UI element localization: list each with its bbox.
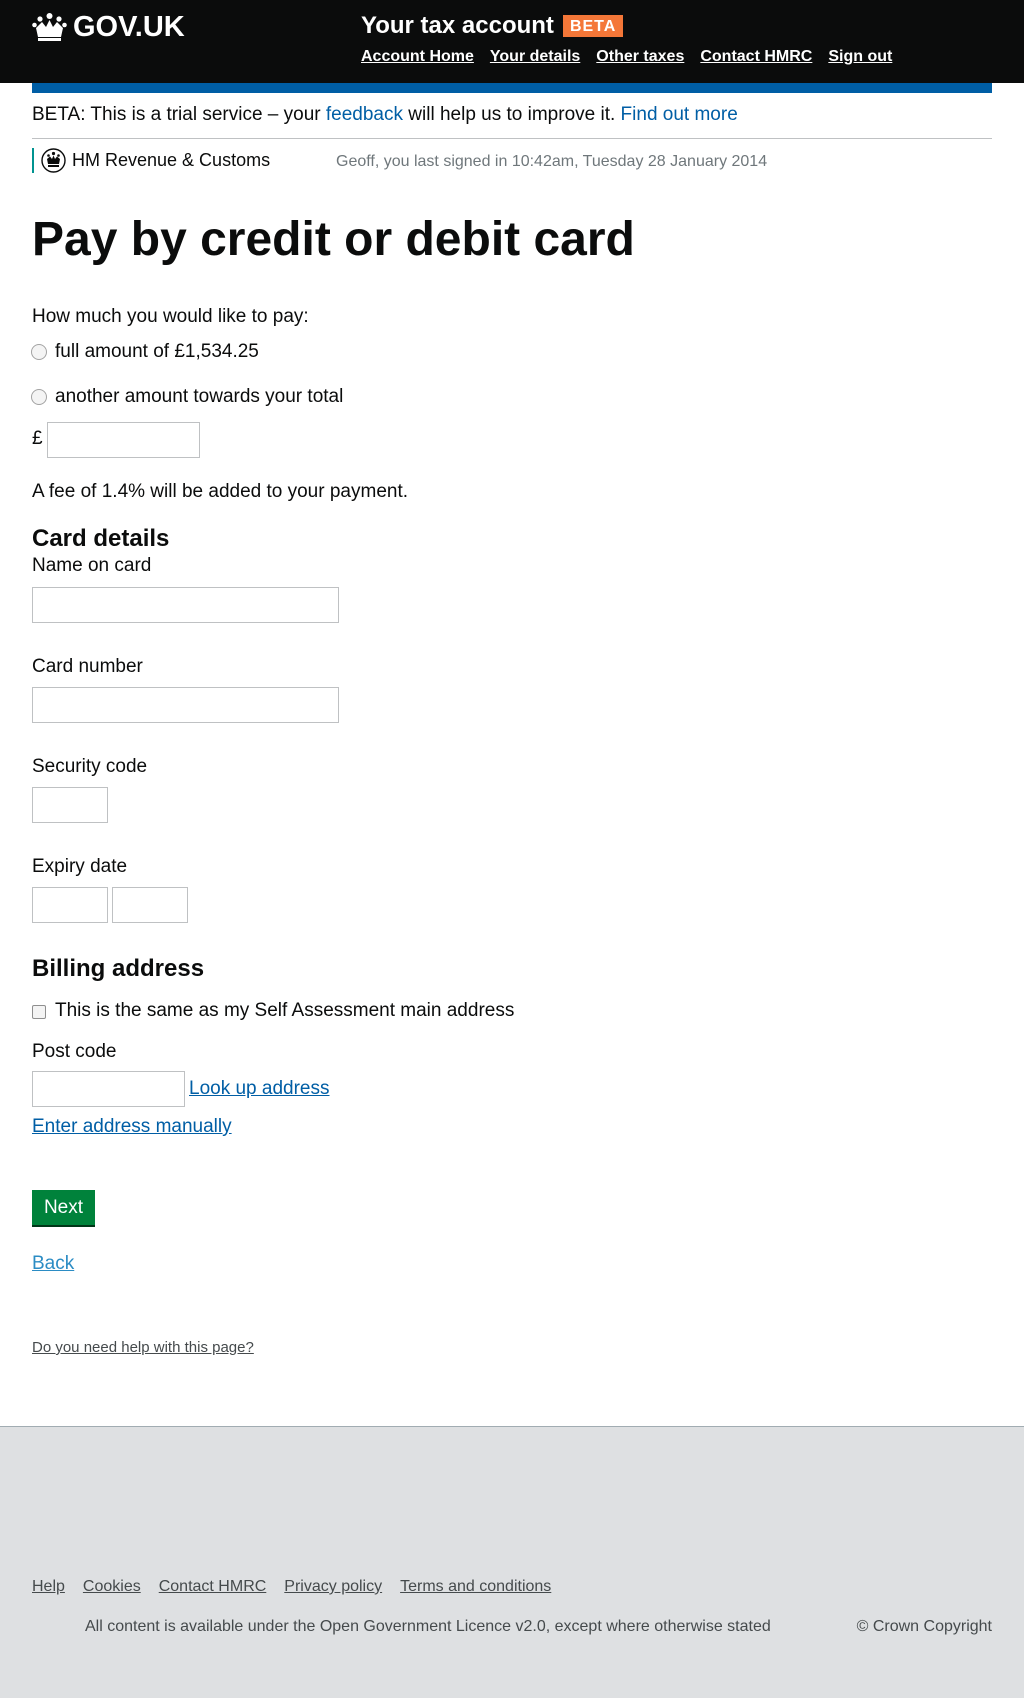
beta-banner: BETA: This is a trial service – your fee… [32,103,992,127]
look-up-address-link[interactable]: Look up address [189,1077,330,1101]
govuk-logo[interactable]: GOV.UK [32,10,185,44]
full-amount-label[interactable]: full amount of £1,534.25 [55,340,259,364]
page-title: Pay by credit or debit card [32,213,635,266]
footer-links: Help Cookies Contact HMRC Privacy policy… [32,1578,569,1596]
next-button[interactable]: Next [32,1190,95,1225]
card-number-input[interactable] [32,687,339,723]
find-out-more-link[interactable]: Find out more [621,104,738,125]
currency-symbol: £ [32,428,43,449]
global-header: GOV.UK Your tax account BETA Account Hom… [0,0,1024,83]
banner-divider [32,138,992,139]
help-with-page-link[interactable]: Do you need help with this page? [32,1339,254,1356]
footer-link-terms[interactable]: Terms and conditions [400,1578,551,1596]
organisation-logo: HM Revenue & Customs [32,148,270,173]
feedback-link[interactable]: feedback [326,104,403,125]
amount-question: How much you would like to pay: [32,306,309,327]
organisation-name: HM Revenue & Customs [72,150,271,170]
service-name[interactable]: Your tax account [361,12,554,40]
licence-prefix: All content is available under the [85,1618,316,1635]
footer-link-help[interactable]: Help [32,1578,65,1596]
expiry-year-input[interactable] [112,887,188,923]
crown-copyright: © Crown Copyright [856,1618,992,1635]
last-signed-in: Geoff, you last signed in 10:42am, Tuesd… [336,153,768,170]
beta-banner-middle: will help us to improve it. [408,104,616,125]
card-number-label: Card number [32,656,143,677]
footer-link-contact-hmrc[interactable]: Contact HMRC [159,1578,267,1596]
card-details-heading: Card details [32,525,170,552]
back-link[interactable]: Back [32,1253,74,1275]
licence-statement: All content is available under the Open … [85,1618,771,1636]
open-government-licence-link[interactable]: Open Government Licence v2.0 [320,1618,546,1635]
header-blue-bar [32,83,992,93]
royal-arms-icon [41,148,66,173]
post-code-input[interactable] [32,1071,185,1107]
security-code-label: Security code [32,756,148,777]
expiry-date-label: Expiry date [32,856,128,877]
other-amount-input[interactable] [47,422,200,458]
service-title: Your tax account BETA [361,12,624,40]
nav-other-taxes[interactable]: Other taxes [596,48,684,66]
same-address-checkbox[interactable] [32,1005,46,1019]
nav-your-details[interactable]: Your details [490,48,580,66]
logo-text: GOV.UK [73,10,185,43]
footer-link-privacy-policy[interactable]: Privacy policy [284,1578,382,1596]
name-on-card-label: Name on card [32,555,152,576]
name-on-card-input[interactable] [32,587,339,623]
beta-banner-prefix: BETA: This is a trial service – your [32,104,321,125]
other-amount-label[interactable]: another amount towards your total [55,385,343,409]
same-address-label[interactable]: This is the same as my Self Assessment m… [55,999,514,1023]
enter-address-manually-link[interactable]: Enter address manually [32,1115,232,1139]
footer-link-cookies[interactable]: Cookies [83,1578,141,1596]
nav-account-home[interactable]: Account Home [361,48,474,66]
full-amount-radio[interactable] [31,344,47,360]
nav-contact-hmrc[interactable]: Contact HMRC [700,48,812,66]
footer: Help Cookies Contact HMRC Privacy policy… [0,1426,1024,1698]
billing-address-heading: Billing address [32,955,205,982]
fee-notice: A fee of 1.4% will be added to your paym… [32,481,409,502]
top-navigation: Account Home Your details Other taxes Co… [361,48,908,66]
nav-sign-out[interactable]: Sign out [828,48,892,66]
post-code-label: Post code [32,1041,117,1062]
crown-icon [32,13,67,41]
licence-suffix: , except where otherwise stated [545,1618,771,1635]
other-amount-radio[interactable] [31,389,47,405]
security-code-input[interactable] [32,787,108,823]
expiry-month-input[interactable] [32,887,108,923]
beta-tag: BETA [562,15,624,37]
